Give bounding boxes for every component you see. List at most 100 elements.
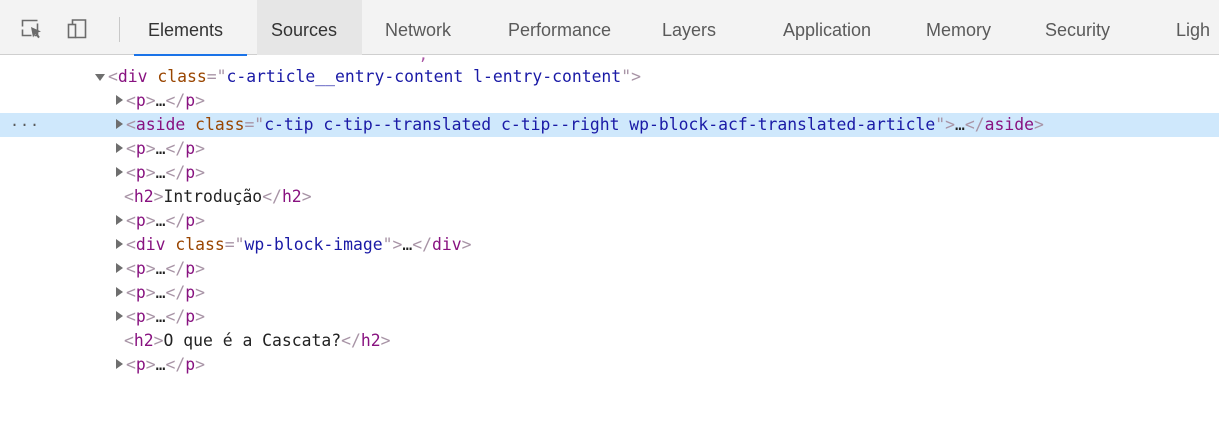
tag-name: h2: [133, 331, 154, 350]
tag-name: div: [117, 67, 148, 86]
tree-node: <p>…</p>: [116, 257, 205, 281]
tag-bracket: </: [262, 187, 282, 206]
tag-bracket: >: [945, 115, 955, 134]
attribute-value: wp-block-image: [244, 235, 383, 254]
device-toolbar-icon[interactable]: [65, 17, 89, 41]
collapsed-triangle-icon[interactable]: [116, 143, 123, 153]
attribute-quote: =": [244, 115, 265, 134]
tag-name: aside: [984, 115, 1034, 134]
tag-name: p: [135, 139, 146, 158]
tag-bracket: <: [126, 235, 136, 254]
inspect-icon[interactable]: [20, 17, 44, 41]
collapsed-ellipsis: …: [954, 115, 965, 134]
tab-security[interactable]: Security: [1031, 0, 1153, 55]
tree-row[interactable]: <div class="wp-block-image">…</div>: [0, 233, 1219, 257]
attribute-quote: ": [621, 67, 632, 86]
collapsed-ellipsis: …: [402, 235, 413, 254]
tag-name: p: [135, 211, 146, 230]
devtools-panel: Elements Sources Network Performance Layers A…: [0, 0, 1219, 435]
tag-bracket: <: [126, 139, 136, 158]
tag-bracket: </: [165, 163, 186, 182]
collapsed-triangle-icon[interactable]: [116, 311, 123, 321]
tab-performance[interactable]: Performance: [494, 0, 640, 55]
tree-row[interactable]: <p>…</p>: [0, 257, 1219, 281]
tree-row[interactable]: <p>…</p>: [0, 89, 1219, 113]
tag-name: div: [135, 235, 166, 254]
tag-bracket: </: [341, 331, 361, 350]
tree-node: <div class="c-article__entry-content l-e…: [95, 65, 641, 89]
tag-name: p: [135, 91, 146, 110]
tree-row-parent[interactable]: <div class="c-article__entry-content l-e…: [0, 65, 1219, 89]
collapsed-triangle-icon[interactable]: [116, 95, 123, 105]
tag-bracket: </: [412, 235, 432, 254]
tab-ligh[interactable]: Ligh: [1162, 0, 1219, 55]
tag-bracket: </: [165, 355, 186, 374]
tree-node: <p>…</p>: [116, 137, 205, 161]
tree-row[interactable]: <p>…</p>: [0, 305, 1219, 329]
tag-bracket: >: [195, 259, 205, 278]
collapsed-triangle-icon[interactable]: [116, 359, 123, 369]
tag-bracket: <: [126, 307, 136, 326]
tab-application[interactable]: Application: [769, 0, 903, 55]
tag-name: p: [185, 259, 196, 278]
tag-bracket: <: [126, 91, 136, 110]
tree-row[interactable]: <p>…</p>: [0, 137, 1219, 161]
tree-row[interactable]: <h2>O que é a Cascata?</h2>: [0, 329, 1219, 353]
attribute-value: c-tip c-tip--translated c-tip--right wp-…: [264, 115, 936, 134]
collapsed-triangle-icon[interactable]: [116, 167, 123, 177]
tag-name: p: [185, 283, 196, 302]
tree-row[interactable]: <p>…</p>: [0, 353, 1219, 377]
tag-name: p: [185, 211, 196, 230]
collapsed-triangle-icon[interactable]: [116, 239, 123, 249]
tab-elements[interactable]: Elements: [134, 0, 247, 56]
tag-name: aside: [135, 115, 186, 134]
tag-bracket: <: [124, 331, 134, 350]
more-options-icon[interactable]: ···: [10, 113, 40, 137]
tag-bracket: >: [145, 211, 156, 230]
tree-row[interactable]: <p>…</p>: [0, 161, 1219, 185]
tag-bracket: </: [165, 283, 186, 302]
collapsed-triangle-icon[interactable]: [116, 119, 123, 129]
tag-bracket: >: [195, 163, 205, 182]
tab-network[interactable]: Network: [371, 0, 484, 55]
tag-bracket: >: [195, 283, 205, 302]
collapsed-triangle-icon[interactable]: [116, 215, 123, 225]
collapsed-ellipsis: …: [155, 307, 166, 326]
tab-layers[interactable]: Layers: [648, 0, 760, 55]
tab-sources[interactable]: Sources: [257, 0, 362, 55]
tag-name: p: [135, 307, 146, 326]
tag-bracket: </: [165, 91, 186, 110]
elements-tree: ┘ , <div class="c-article__entry-content…: [0, 56, 1219, 435]
tag-bracket: <: [124, 187, 134, 206]
tag-name: h2: [281, 187, 302, 206]
tag-bracket: </: [165, 307, 186, 326]
tag-bracket: </: [964, 115, 985, 134]
tag-bracket: >: [301, 187, 312, 206]
collapsed-triangle-icon[interactable]: [116, 287, 123, 297]
attribute-name: class: [195, 115, 245, 134]
tree-node: <p>…</p>: [116, 161, 205, 185]
element-text: O que é a Cascata?: [163, 331, 342, 350]
tree-row[interactable]: <p>…</p>: [0, 209, 1219, 233]
devtools-toolbar: Elements Sources Network Performance Layers A…: [0, 0, 1219, 56]
tag-bracket: >: [153, 187, 164, 206]
collapsed-ellipsis: …: [155, 91, 166, 110]
tag-bracket: >: [145, 307, 156, 326]
tag-bracket: >: [195, 139, 205, 158]
tree-row[interactable]: <p>…</p>: [0, 281, 1219, 305]
tag-name: h2: [133, 187, 154, 206]
tree-node: <p>…</p>: [116, 305, 205, 329]
collapsed-triangle-icon[interactable]: [116, 263, 123, 273]
collapsed-ellipsis: …: [155, 211, 166, 230]
expanded-triangle-icon[interactable]: [95, 74, 105, 81]
tag-bracket: <: [108, 67, 118, 86]
tag-bracket: >: [1033, 115, 1044, 134]
tag-name: p: [135, 163, 146, 182]
tab-memory[interactable]: Memory: [912, 0, 1022, 55]
tree-row-selected[interactable]: ··· <aside class="c-tip c-tip--translated…: [0, 113, 1219, 137]
tree-row[interactable]: <h2>Introdução</h2>: [0, 185, 1219, 209]
tag-bracket: >: [631, 67, 641, 86]
attribute-quote: ": [382, 235, 393, 254]
tag-bracket: <: [126, 115, 136, 134]
